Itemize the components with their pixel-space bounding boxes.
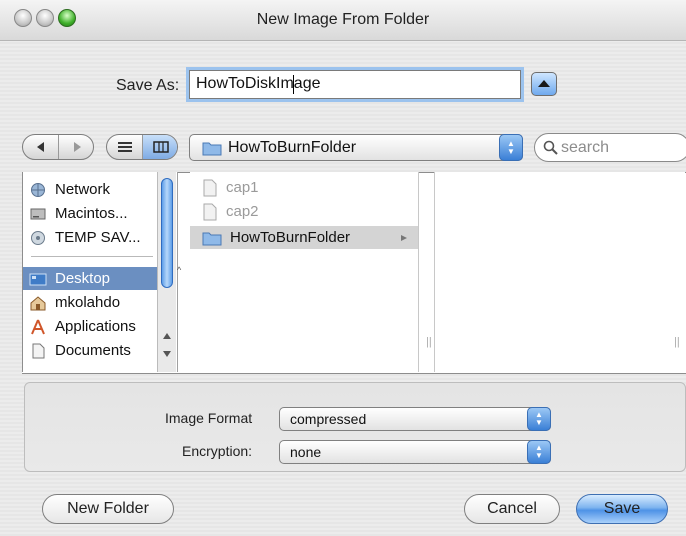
desktop-icon <box>29 273 47 285</box>
column-resize-handle[interactable]: || <box>426 336 432 348</box>
image-format-popup[interactable]: compressed ▲ ▼ <box>279 407 551 431</box>
window-title: New Image From Folder <box>256 11 430 28</box>
view-mode-control <box>106 134 178 160</box>
column-view-icon <box>152 141 169 153</box>
sidebar-item-network[interactable]: Network <box>29 178 157 201</box>
save-button[interactable]: Save <box>576 494 668 524</box>
back-arrow-icon <box>36 142 44 152</box>
save-as-value: HowToDiskImage <box>196 75 321 92</box>
sidebar-divider <box>31 256 153 257</box>
file-item-cap2[interactable]: cap2 <box>190 200 418 223</box>
sidebar-item-label: TEMP SAV... <box>55 229 141 246</box>
documents-icon <box>32 343 45 358</box>
options-box: Image Format compressed ▲ ▼ Encryption: n… <box>24 382 686 472</box>
expand-dialog-button[interactable] <box>531 72 557 96</box>
file-item-label: cap2 <box>226 203 259 220</box>
applications-icon <box>31 319 45 334</box>
image-file-icon <box>203 203 217 220</box>
sidebar-scrollbar[interactable] <box>157 172 176 372</box>
sidebar-item-documents[interactable]: Documents <box>29 339 157 362</box>
disclosure-arrow-icon <box>401 235 407 241</box>
browser-column-2 <box>434 172 685 372</box>
sidebar-item-desktop[interactable]: Desktop <box>23 267 157 290</box>
file-item-label: cap1 <box>226 179 259 196</box>
sidebar-item-label: mkolahdo <box>55 294 121 311</box>
list-view-button[interactable] <box>107 135 143 159</box>
sidebar-item-label: Documents <box>55 342 131 359</box>
split-handle-icon[interactable]: ^ <box>177 265 181 275</box>
network-icon <box>31 182 45 197</box>
sidebar-item-temp-sav[interactable]: TEMP SAV... <box>29 226 157 249</box>
disk-icon <box>31 230 45 245</box>
folder-item-howtoburnfolder[interactable]: HowToBurnFolder <box>190 226 418 249</box>
save-as-label: Save As: <box>116 77 180 94</box>
location-popup-value: HowToBurnFolder <box>228 139 357 156</box>
sidebar-item-label: Desktop <box>55 270 111 287</box>
arrow-down-icon: ▼ <box>535 418 543 427</box>
search-field[interactable]: search <box>534 133 686 162</box>
browser-column-1: cap1 cap2 HowToBurnFolder <box>190 172 419 372</box>
search-placeholder: search <box>561 139 610 156</box>
sidebar-item-home[interactable]: mkolahdo <box>29 291 157 314</box>
arrow-down-icon: ▼ <box>535 451 543 460</box>
encryption-value: none <box>290 444 322 460</box>
sidebar: Network Macintos... TEMP SAV... Desktop … <box>22 172 178 372</box>
cancel-button[interactable]: Cancel <box>464 494 560 524</box>
location-popup[interactable]: HowToBurnFolder ▲ ▼ <box>189 134 523 161</box>
column-view-button[interactable] <box>143 135 177 159</box>
arrow-down-icon: ▼ <box>507 146 515 156</box>
image-file-icon <box>203 179 217 196</box>
folder-icon <box>202 232 222 245</box>
scroll-down-arrow-icon[interactable] <box>162 350 172 358</box>
sidebar-item-macintosh[interactable]: Macintos... <box>29 202 157 225</box>
location-popup-arrows: ▲ ▼ <box>499 134 523 161</box>
sidebar-item-label: Network <box>55 181 111 198</box>
list-view-icon <box>117 142 132 152</box>
file-item-cap1[interactable]: cap1 <box>190 176 418 199</box>
back-forward-control <box>22 134 94 160</box>
save-as-field[interactable]: HowToDiskImage <box>189 70 521 99</box>
encryption-arrows: ▲ ▼ <box>527 440 551 464</box>
new-folder-button[interactable]: New Folder <box>42 494 174 524</box>
text-caret <box>293 75 294 94</box>
scroll-up-arrow-icon[interactable] <box>162 332 172 340</box>
encryption-label: Encryption: <box>182 443 253 459</box>
image-format-value: compressed <box>290 411 367 427</box>
back-button[interactable] <box>23 135 59 159</box>
column-resize-handle[interactable]: || <box>674 336 680 348</box>
folder-icon <box>202 142 222 156</box>
triangle-up-icon <box>538 80 550 87</box>
encryption-popup[interactable]: none ▲ ▼ <box>279 440 551 464</box>
search-icon <box>543 140 558 155</box>
sidebar-item-applications[interactable]: Applications <box>29 315 157 338</box>
forward-button[interactable] <box>59 135 93 159</box>
sidebar-item-label: Macintos... <box>55 205 128 222</box>
sidebar-item-label: Applications <box>55 318 136 335</box>
image-format-arrows: ▲ ▼ <box>527 407 551 431</box>
folder-item-label: HowToBurnFolder <box>230 229 351 246</box>
save-dialog: New Image From Folder Save As: HowToDisk… <box>0 0 686 536</box>
image-format-label: Image Format <box>165 410 253 426</box>
title-bar: New Image From Folder <box>0 0 686 41</box>
forward-arrow-icon <box>73 142 81 152</box>
home-icon <box>30 295 46 310</box>
hard-disk-icon <box>30 208 46 219</box>
sidebar-scroll-thumb[interactable] <box>161 178 173 288</box>
